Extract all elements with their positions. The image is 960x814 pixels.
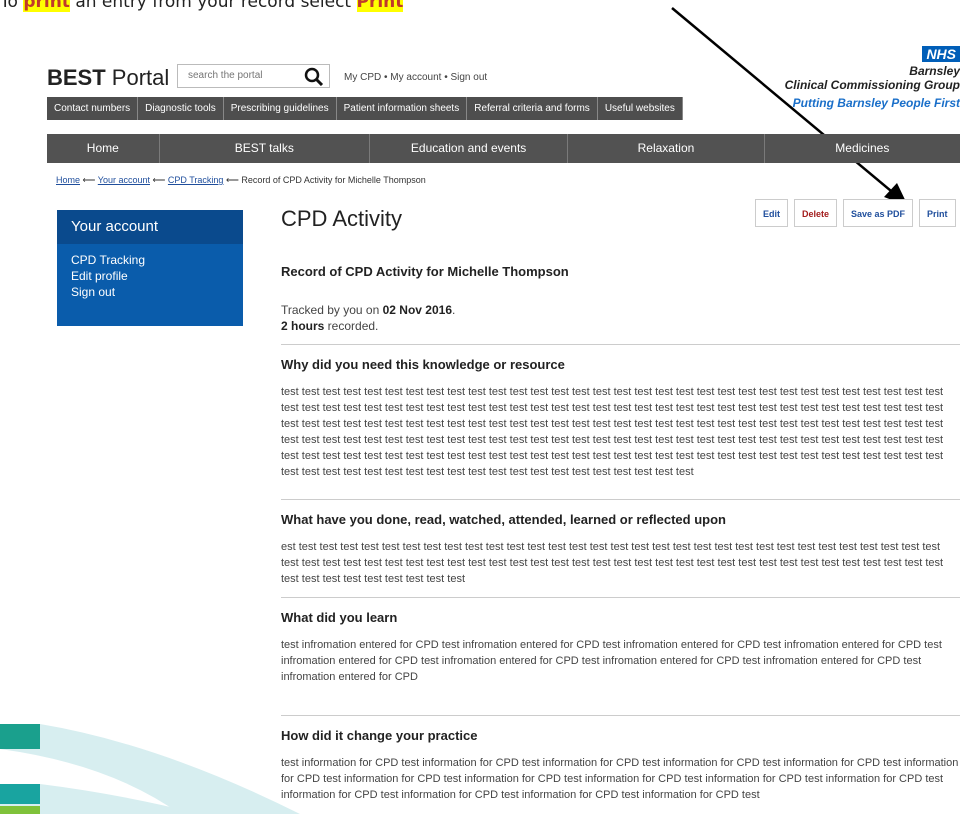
tab-diagnostic-tools[interactable]: Diagnostic tools	[138, 97, 224, 120]
delete-button[interactable]: Delete	[794, 199, 838, 227]
breadcrumb-home[interactable]: Home	[56, 175, 80, 185]
sidebar-item-edit-profile[interactable]: Edit profile	[57, 268, 243, 284]
section-heading: How did it change your practice	[281, 728, 478, 743]
nhs-badge: NHS	[922, 46, 960, 62]
save-as-pdf-button[interactable]: Save as PDF	[843, 199, 914, 227]
quick-links-bar: Contact numbers Diagnostic tools Prescri…	[47, 97, 683, 120]
breadcrumb-arrow-icon: ⟵	[82, 175, 98, 185]
section-body: test information for CPD test informatio…	[281, 757, 959, 801]
decorative-swoosh	[0, 724, 300, 814]
nav-best-talks[interactable]: BEST talks	[160, 134, 370, 163]
logo-rest: Portal	[105, 65, 170, 90]
tab-useful-websites[interactable]: Useful websites	[598, 97, 683, 120]
breadcrumb-cpd-tracking[interactable]: CPD Tracking	[168, 175, 224, 185]
sidebar-item-cpd-tracking[interactable]: CPD Tracking	[57, 252, 243, 268]
nav-home[interactable]: Home	[47, 134, 160, 163]
tracked-date: 02 Nov 2016	[382, 303, 452, 317]
breadcrumb-current: Record of CPD Activity for Michelle Thom…	[241, 175, 426, 185]
instruction-middle: an entry from your record select	[69, 0, 357, 12]
breadcrumb-arrow-icon: ⟵	[225, 175, 242, 185]
section-heading: What have you done, read, watched, atten…	[281, 512, 726, 527]
nhs-logo: NHS Barnsley Clinical Commissioning Grou…	[785, 46, 960, 110]
breadcrumb: Home ⟵ Your account ⟵ CPD Tracking ⟵ Rec…	[56, 175, 426, 186]
section-heading: What did you learn	[281, 610, 398, 625]
instruction-text: To print an entry from your record selec…	[0, 0, 404, 12]
nhs-tagline: Putting Barnsley People First	[792, 96, 960, 110]
nav-education-events[interactable]: Education and events	[370, 134, 569, 163]
section-body: test infromation entered for CPD test in…	[281, 639, 942, 683]
section-why-needed: Why did you need this knowledge or resou…	[281, 344, 960, 480]
instruction-prefix: To	[0, 0, 24, 12]
instruction-select-highlight: Print	[356, 0, 404, 12]
tab-contact-numbers[interactable]: Contact numbers	[47, 97, 139, 120]
search-icon[interactable]	[303, 66, 325, 86]
print-button[interactable]: Print	[919, 199, 956, 227]
section-practice-change: How did it change your practice test inf…	[281, 715, 960, 803]
search-input[interactable]	[178, 65, 288, 86]
section-body: test test test test test test test test …	[281, 386, 944, 478]
section-heading: Why did you need this knowledge or resou…	[281, 357, 565, 372]
tracked-suffix: .	[452, 303, 456, 317]
tab-referral-criteria[interactable]: Referral criteria and forms	[467, 97, 598, 120]
record-title: Record of CPD Activity for Michelle Thom…	[281, 264, 569, 279]
tracked-prefix: Tracked by you on	[281, 303, 383, 317]
instruction-print-highlight: print	[23, 0, 70, 12]
sidebar-title: Your account	[57, 210, 243, 244]
search-box	[177, 64, 330, 88]
breadcrumb-account[interactable]: Your account	[98, 175, 150, 185]
nav-relaxation[interactable]: Relaxation	[568, 134, 765, 163]
action-buttons: Edit Delete Save as PDF Print	[755, 199, 956, 227]
breadcrumb-arrow-icon: ⟵	[152, 175, 168, 185]
nav-medicines[interactable]: Medicines	[765, 134, 960, 163]
sidebar-item-sign-out[interactable]: Sign out	[57, 284, 243, 300]
logo-bold: BEST	[47, 65, 106, 90]
account-links[interactable]: My CPD • My account • Sign out	[344, 72, 487, 83]
nhs-ccg: Clinical Commissioning Group	[784, 78, 960, 92]
tab-prescribing-guidelines[interactable]: Prescribing guidelines	[224, 97, 337, 120]
account-sidebar: Your account CPD Tracking Edit profile S…	[57, 210, 243, 326]
section-what-learned: What did you learn test infromation ente…	[281, 597, 960, 685]
edit-button[interactable]: Edit	[755, 199, 788, 227]
best-portal-logo[interactable]: BEST Portal	[47, 65, 169, 91]
hours-suffix: recorded.	[324, 319, 379, 333]
main-nav: Home BEST talks Education and events Rel…	[47, 134, 960, 163]
hours-recorded: 2 hours	[281, 319, 325, 333]
tracked-info: Tracked by you on 02 Nov 2016. 2 hours r…	[281, 302, 455, 334]
section-what-done: What have you done, read, watched, atten…	[281, 499, 960, 587]
nhs-area: Barnsley	[909, 64, 960, 78]
section-body: est test test test test test test test t…	[281, 541, 944, 585]
tab-patient-information-sheets[interactable]: Patient information sheets	[337, 97, 468, 120]
